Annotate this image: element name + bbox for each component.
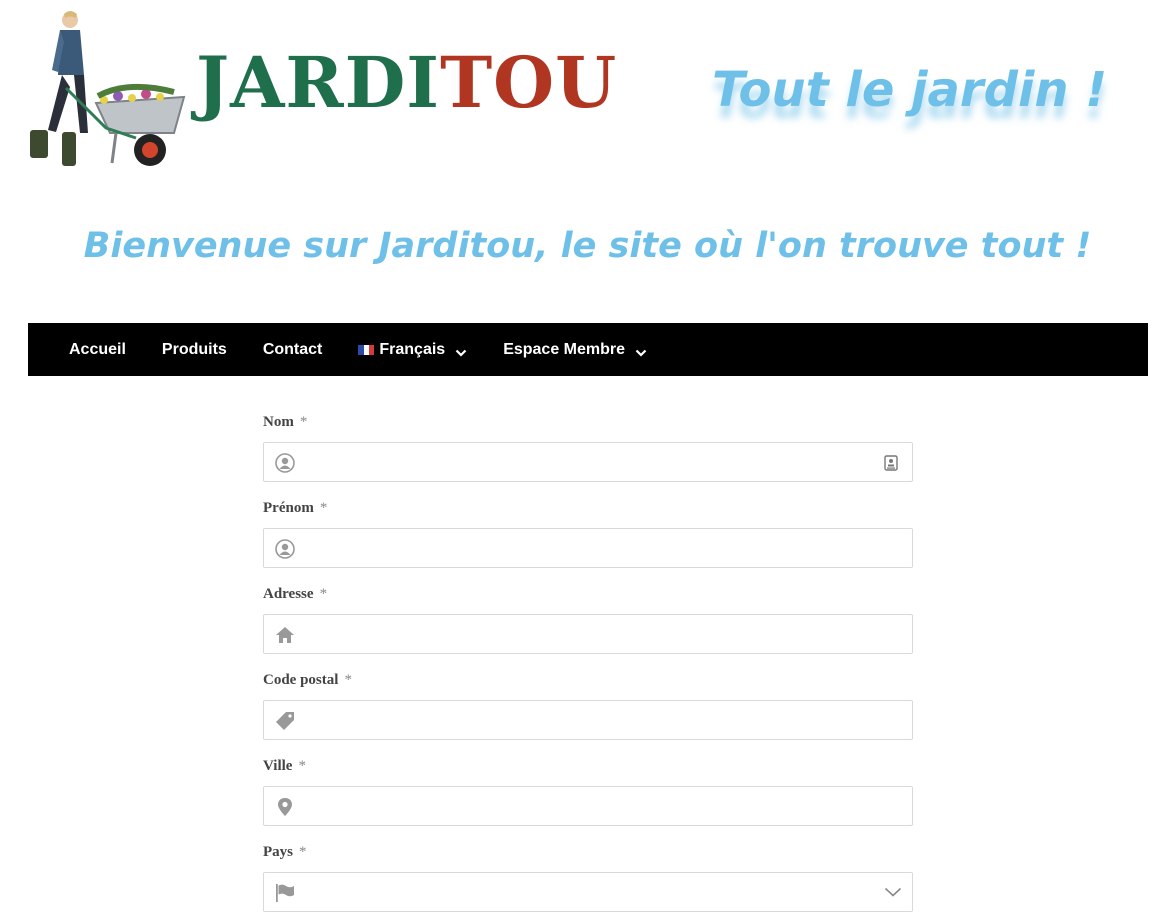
french-flag-icon bbox=[358, 344, 375, 355]
logo-part-tou: TOU bbox=[440, 41, 618, 124]
required-asterisk: * bbox=[298, 758, 306, 774]
field-nom: Nom * bbox=[263, 410, 913, 482]
ville-input[interactable] bbox=[304, 787, 864, 825]
field-label: Prénom * bbox=[263, 500, 328, 516]
user-icon bbox=[275, 453, 295, 473]
field-pays: Pays * bbox=[263, 840, 913, 912]
chevron-down-icon bbox=[455, 349, 467, 357]
pays-value[interactable] bbox=[304, 873, 864, 911]
map-pin-icon bbox=[278, 798, 292, 816]
nav-item-label: Accueil bbox=[69, 340, 126, 358]
site-tagline: Tout le jardin ! bbox=[712, 62, 1108, 118]
required-asterisk: * bbox=[299, 844, 307, 860]
field-label: Nom * bbox=[263, 414, 308, 430]
pays-select[interactable] bbox=[263, 872, 913, 912]
field-label: Ville * bbox=[263, 758, 306, 774]
main-navigation: Accueil Produits Contact Français Espace… bbox=[28, 323, 1148, 376]
field-label: Pays * bbox=[263, 844, 307, 860]
home-icon bbox=[276, 627, 294, 643]
required-asterisk: * bbox=[344, 672, 352, 688]
field-code-postal: Code postal * bbox=[263, 668, 913, 740]
field-label: Code postal * bbox=[263, 672, 352, 688]
ville-input-box bbox=[263, 786, 913, 826]
gardener-with-wheelbarrow-image bbox=[30, 11, 186, 166]
required-asterisk: * bbox=[319, 500, 328, 516]
site-logo[interactable]: JARDITOU bbox=[196, 48, 617, 118]
logo-part-jardi: JARDI bbox=[196, 41, 441, 124]
adresse-input-box bbox=[263, 614, 913, 654]
nav-item-label: Espace Membre bbox=[503, 340, 626, 358]
nom-input[interactable] bbox=[304, 443, 864, 481]
nav-item-label: Français bbox=[379, 340, 446, 358]
required-asterisk: * bbox=[319, 586, 328, 602]
adresse-input[interactable] bbox=[304, 615, 864, 653]
required-asterisk: * bbox=[299, 414, 308, 430]
nav-item-label: Produits bbox=[161, 340, 227, 358]
flag-icon bbox=[276, 884, 294, 902]
nav-item-produits[interactable]: Produits bbox=[162, 341, 227, 359]
nav-item-language[interactable]: Français bbox=[358, 341, 467, 359]
code-postal-input-box bbox=[263, 700, 913, 740]
site-header: JARDITOU Tout le jardin ! Bienvenue sur … bbox=[0, 0, 1175, 320]
nav-item-contact[interactable]: Contact bbox=[263, 341, 323, 359]
nav-item-espace-membre[interactable]: Espace Membre bbox=[503, 341, 647, 359]
field-prenom: Prénom * bbox=[263, 496, 913, 568]
prenom-input-box bbox=[263, 528, 913, 568]
code-postal-input[interactable] bbox=[304, 701, 864, 739]
welcome-heading: Bienvenue sur Jarditou, le site où l'on … bbox=[83, 226, 1092, 266]
nav-item-accueil[interactable]: Accueil bbox=[69, 341, 126, 359]
field-ville: Ville * bbox=[263, 754, 913, 826]
field-label: Adresse * bbox=[263, 586, 328, 602]
chevron-down-icon[interactable] bbox=[884, 885, 902, 899]
nav-item-label: Contact bbox=[262, 340, 323, 358]
user-icon bbox=[275, 539, 295, 559]
chevron-down-icon bbox=[635, 349, 647, 357]
nom-input-box bbox=[263, 442, 913, 482]
field-adresse: Adresse * bbox=[263, 582, 913, 654]
contact-card-icon bbox=[884, 455, 898, 471]
prenom-input[interactable] bbox=[304, 529, 864, 567]
tag-icon bbox=[276, 712, 294, 730]
registration-form: Nom * Prénom * Adresse * Code postal * Ville… bbox=[263, 410, 913, 924]
